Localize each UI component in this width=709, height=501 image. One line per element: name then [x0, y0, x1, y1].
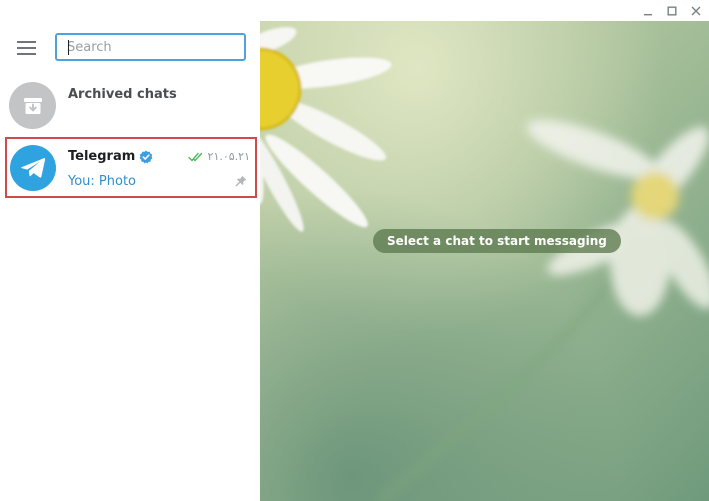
minimize-icon [644, 13, 652, 15]
close-icon [691, 6, 701, 15]
chat-date: ۲۱.۰۵.۲۱ [207, 150, 250, 163]
maximize-icon [667, 6, 677, 15]
chat-area-wallpaper: Select a chat to start messaging [260, 21, 709, 501]
archive-avatar [9, 82, 56, 129]
wallpaper-image [260, 21, 709, 501]
chat-avatar [10, 145, 56, 191]
telegram-window: Archived chats Telegram [0, 0, 709, 501]
chat-time: ۲۱.۰۵.۲۱ [187, 150, 250, 163]
archived-chats-label: Archived chats [68, 87, 177, 102]
close-button[interactable] [684, 0, 708, 21]
main-menu-button[interactable] [14, 38, 40, 58]
paper-plane-icon [21, 158, 46, 178]
hamburger-menu-icon [17, 41, 36, 55]
chat-last-message: You: Photo [68, 174, 137, 189]
archived-chats-row[interactable]: Archived chats [0, 79, 260, 133]
chat-name: Telegram [68, 149, 136, 164]
verified-badge-icon [139, 150, 153, 164]
text-caret [68, 40, 69, 55]
minimize-button[interactable] [636, 0, 660, 21]
empty-state-message: Select a chat to start messaging [373, 229, 621, 253]
double-check-icon [187, 152, 204, 162]
search-input[interactable] [57, 35, 244, 59]
chat-item-telegram[interactable]: Telegram ۲۱.۰۵.۲۱ You: Photo [5, 137, 257, 198]
search-field[interactable] [55, 33, 246, 61]
maximize-button[interactable] [660, 0, 684, 21]
title-bar [0, 0, 709, 21]
chat-title: Telegram [68, 149, 153, 164]
archive-icon [23, 97, 42, 114]
pin-icon [235, 175, 247, 187]
chat-list-sidebar: Archived chats Telegram [0, 21, 260, 501]
